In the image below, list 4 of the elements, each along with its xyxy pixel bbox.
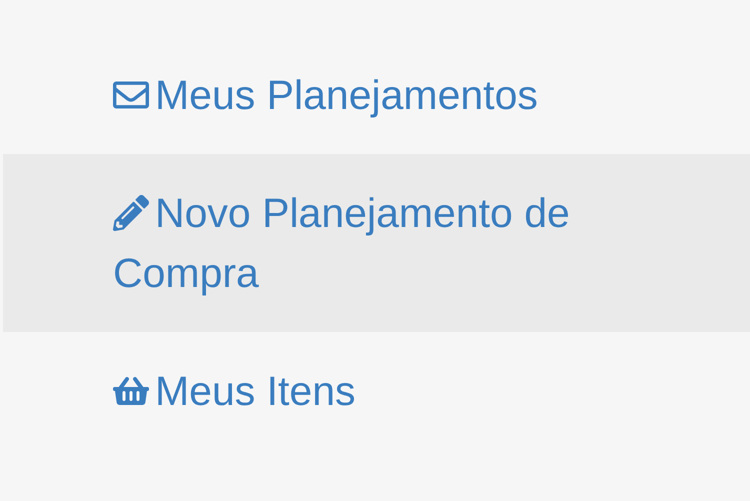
menu-link[interactable]: Meus Itens xyxy=(3,332,750,450)
menu-link[interactable]: Novo Planejamento de Compra xyxy=(3,154,750,332)
pencil-icon xyxy=(113,195,149,231)
menu-link[interactable]: Meus Planejamentos xyxy=(3,36,750,154)
